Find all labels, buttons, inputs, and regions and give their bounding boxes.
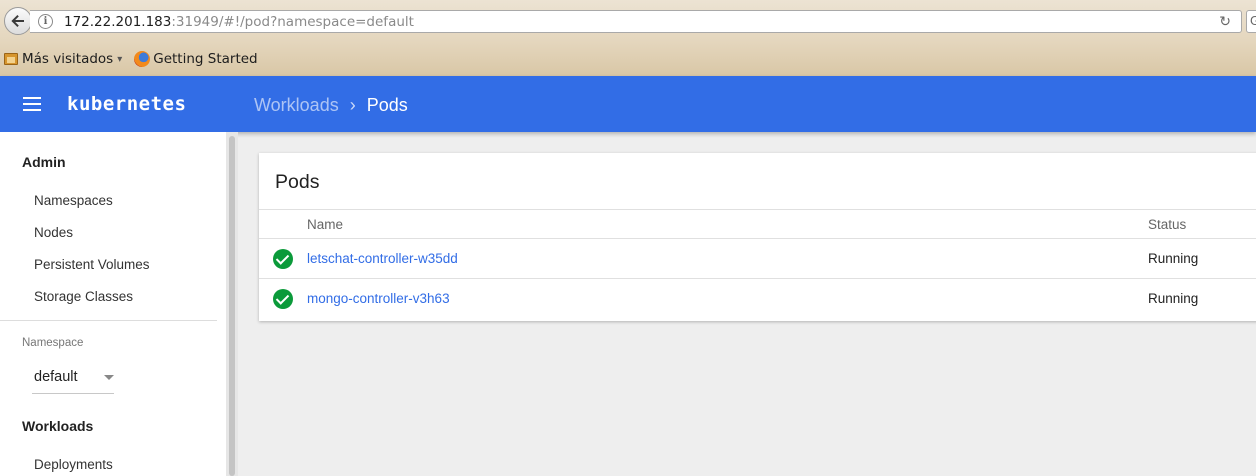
check-circle-icon	[273, 249, 293, 269]
card-title: Pods	[275, 171, 320, 193]
sidebar-item-persistent-volumes[interactable]: Persistent Volumes	[34, 257, 150, 272]
url-host: 172.22.201.183	[64, 14, 172, 30]
sidebar-item-storage-classes[interactable]: Storage Classes	[34, 289, 133, 304]
bookmark-label: Más visitados	[22, 51, 114, 67]
search-icon: G	[1250, 13, 1256, 28]
bookmark-most-visited[interactable]: Más visitados ▾	[0, 51, 122, 67]
search-box[interactable]: G	[1246, 10, 1256, 33]
bookmark-getting-started[interactable]: Getting Started	[134, 51, 258, 67]
column-header-name[interactable]: Name	[307, 217, 343, 232]
reload-icon[interactable]: ↻	[1219, 13, 1231, 30]
table-row: letschat-controller-w35dd Running	[259, 238, 1256, 279]
browser-chrome: i 172.22.201.183:31949/#!/pod?namespace=…	[0, 0, 1256, 76]
firefox-icon	[134, 51, 151, 67]
nav-header-admin[interactable]: Admin	[22, 154, 66, 170]
brand-title[interactable]: kubernetes	[67, 93, 186, 115]
folder-icon	[4, 53, 18, 65]
pod-status: Running	[1148, 291, 1199, 306]
sidebar-scrollbar[interactable]	[226, 132, 238, 476]
sidebar-item-deployments[interactable]: Deployments	[34, 457, 113, 472]
scrollbar-thumb[interactable]	[229, 136, 235, 476]
back-arrow-icon	[11, 15, 24, 27]
bookmark-label: Getting Started	[153, 51, 258, 67]
sidebar-divider	[0, 320, 217, 321]
pod-status: Running	[1148, 251, 1199, 266]
column-header-status[interactable]: Status	[1148, 217, 1186, 232]
pod-name-link[interactable]: mongo-controller-v3h63	[307, 291, 450, 306]
chevron-down-icon: ▾	[117, 53, 123, 65]
pods-card: Pods Name Status letschat-controller-w35…	[259, 153, 1256, 321]
hamburger-menu-icon[interactable]	[23, 97, 41, 111]
namespace-value: default	[34, 369, 78, 385]
back-button[interactable]	[4, 7, 32, 35]
sidebar: Admin Namespaces Nodes Persistent Volume…	[0, 132, 226, 476]
breadcrumb-pods: Pods	[366, 95, 408, 115]
check-circle-icon	[273, 289, 293, 309]
address-bar[interactable]: i 172.22.201.183:31949/#!/pod?namespace=…	[30, 10, 1242, 33]
app-bar: kubernetes Workloads › Pods	[0, 76, 1256, 132]
namespace-select[interactable]: default	[32, 364, 114, 394]
pod-name-link[interactable]: letschat-controller-w35dd	[307, 251, 458, 266]
url-text[interactable]: 172.22.201.183:31949/#!/pod?namespace=de…	[64, 14, 414, 30]
bookmarks-toolbar: Más visitados ▾ Getting Started	[0, 46, 270, 72]
card-divider	[259, 209, 1256, 210]
chevron-right-icon: ›	[349, 95, 356, 115]
site-info-icon[interactable]: i	[38, 14, 53, 29]
caret-down-icon	[104, 375, 114, 380]
nav-header-workloads[interactable]: Workloads	[22, 418, 93, 434]
table-row: mongo-controller-v3h63 Running	[259, 279, 1256, 320]
namespace-label: Namespace	[22, 337, 84, 349]
sidebar-item-namespaces[interactable]: Namespaces	[34, 193, 113, 208]
breadcrumb: Workloads › Pods	[254, 95, 408, 116]
url-path: :31949/#!/pod?namespace=default	[171, 14, 414, 30]
sidebar-item-nodes[interactable]: Nodes	[34, 225, 73, 240]
breadcrumb-workloads[interactable]: Workloads	[254, 95, 339, 116]
